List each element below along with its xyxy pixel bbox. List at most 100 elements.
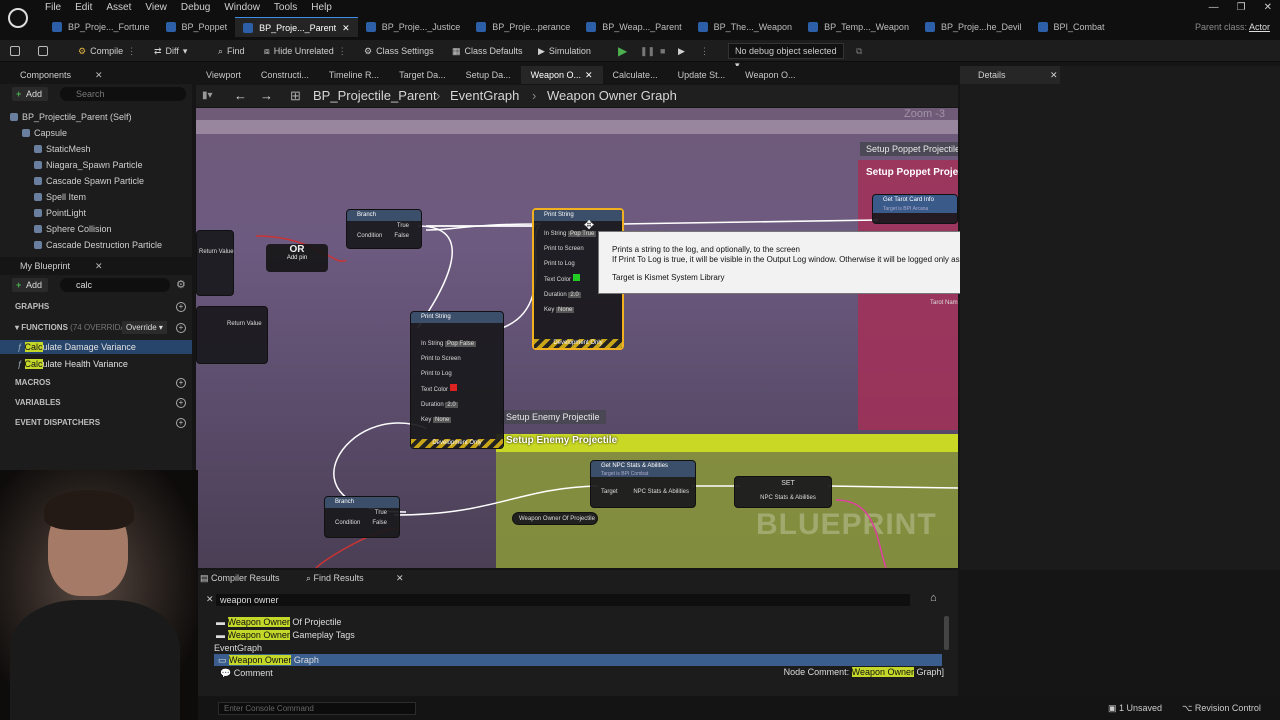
add-function-icon[interactable]: +: [176, 323, 186, 333]
component-item[interactable]: Capsule: [22, 127, 67, 139]
compile-button[interactable]: ⚙ Compile ⋮: [78, 40, 136, 62]
close-window-button[interactable]: ✕: [1264, 2, 1272, 13]
component-item[interactable]: Niagara_Spawn Particle: [34, 159, 143, 171]
function-item[interactable]: ƒ Calculate Damage Variance: [0, 340, 192, 354]
component-item[interactable]: PointLight: [34, 207, 86, 219]
menu-asset[interactable]: Asset: [99, 0, 138, 15]
close-tab-icon[interactable]: ✕: [342, 18, 350, 38]
get-tarot-card-info-node[interactable]: Get Tarot Card Info Target is BPI Arcana: [872, 194, 958, 224]
back-arrow-icon[interactable]: ←: [234, 85, 247, 107]
asset-tab[interactable]: BP_Poppet: [158, 17, 236, 37]
section-graphs[interactable]: GRAPHS +: [0, 299, 192, 315]
result-row[interactable]: ▬ Weapon Owner Of Projectile: [216, 616, 341, 628]
scrollbar[interactable]: [944, 616, 949, 650]
asset-tab[interactable]: BP_Proje...he_Devil: [917, 17, 1030, 37]
add-graph-icon[interactable]: +: [176, 302, 186, 312]
close-panel-icon[interactable]: ✕: [95, 257, 103, 275]
console-input[interactable]: Enter Console Command: [218, 702, 416, 715]
save-icon[interactable]: [10, 40, 20, 62]
component-item[interactable]: Spell Item: [34, 191, 86, 203]
print-string-node[interactable]: Print String In String Pop False Print t…: [410, 311, 504, 449]
return-node[interactable]: Return Value: [196, 306, 268, 364]
add-member-button[interactable]: Add: [12, 278, 49, 292]
asset-tab[interactable]: BP_Temp..._Weapon: [800, 17, 917, 37]
add-pin-button[interactable]: Add pin: [266, 255, 328, 261]
menu-edit[interactable]: Edit: [68, 0, 99, 15]
result-row[interactable]: ▬ Weapon Owner Gameplay Tags: [216, 629, 355, 641]
asset-tab[interactable]: BP_The..._Weapon: [690, 17, 800, 37]
close-tab-icon[interactable]: ✕: [396, 570, 404, 587]
clear-search-icon[interactable]: ✕: [206, 594, 214, 605]
asset-tab[interactable]: BP_Proje..._Fortune: [44, 17, 158, 37]
browse-icon[interactable]: [38, 40, 48, 62]
weapon-owner-variable-node[interactable]: Weapon Owner Of Projectile: [512, 512, 598, 525]
component-item[interactable]: Sphere Collision: [34, 223, 112, 235]
class-settings-button[interactable]: ⚙ Class Settings: [364, 40, 434, 62]
function-item[interactable]: ƒ Calculate Health Variance: [17, 357, 128, 371]
simulation-button[interactable]: ▶ Simulation: [538, 40, 591, 62]
find-in-all-blueprints-icon[interactable]: ⌂: [930, 592, 937, 604]
tab-find-results[interactable]: ⌕ Find Results: [306, 570, 364, 587]
minimize-button[interactable]: —: [1209, 2, 1219, 13]
add-variable-icon[interactable]: +: [176, 398, 186, 408]
text-color-swatch[interactable]: [572, 274, 580, 281]
menu-debug[interactable]: Debug: [174, 0, 217, 15]
find-button[interactable]: ⌕ Find: [218, 40, 245, 62]
component-item[interactable]: Cascade Spawn Particle: [34, 175, 144, 187]
component-item[interactable]: Cascade Destruction Particle: [34, 239, 162, 251]
menu-file[interactable]: File: [38, 0, 68, 15]
close-panel-icon[interactable]: ✕: [95, 66, 103, 84]
result-row[interactable]: 💬 Comment: [220, 667, 273, 679]
hide-unrelated-button[interactable]: ⧈ Hide Unrelated ⋮: [264, 40, 347, 62]
restore-button[interactable]: ❐: [1237, 2, 1246, 13]
close-tab-icon[interactable]: ✕: [585, 66, 593, 84]
graph-menu-icon[interactable]: ▮▾: [202, 85, 213, 107]
parent-class-link[interactable]: Actor: [1249, 22, 1270, 32]
class-defaults-button[interactable]: ▦ Class Defaults: [452, 40, 523, 62]
override-dropdown[interactable]: Override ▾: [122, 321, 167, 334]
revision-control-button[interactable]: ⌥ Revision Control: [1182, 703, 1261, 714]
graph-canvas[interactable]: Zoom -3 Setup Poppet Projectile Setup Po…: [196, 108, 958, 568]
tab-timeline[interactable]: Timeline R...: [319, 66, 389, 84]
add-macro-icon[interactable]: +: [176, 378, 186, 388]
unreal-logo-icon[interactable]: [8, 8, 28, 28]
add-dispatcher-icon[interactable]: +: [176, 418, 186, 428]
section-functions[interactable]: ▾ FUNCTIONS (74 OVERRIDABLE) Override ▾ …: [0, 320, 192, 336]
debug-filter-icon[interactable]: ⧉: [856, 40, 862, 62]
asset-tab[interactable]: BP_Proje..._Justice: [358, 17, 469, 37]
stop-icon[interactable]: ■: [660, 40, 665, 62]
tab-compiler-results[interactable]: ▤ Compiler Results: [200, 570, 280, 587]
breadcrumb-blueprint[interactable]: BP_Projectile_Parent: [313, 85, 437, 107]
tab-target-data[interactable]: Target Da...: [389, 66, 456, 84]
close-panel-icon[interactable]: ✕: [1050, 66, 1058, 84]
unsaved-indicator[interactable]: ▣ 1 Unsaved: [1108, 703, 1162, 714]
tab-setup-data[interactable]: Setup Da...: [456, 66, 521, 84]
section-macros[interactable]: MACROS +: [0, 375, 192, 391]
branch-node[interactable]: Branch True Condition False: [324, 496, 400, 538]
tab-update-stats[interactable]: Update St...: [668, 66, 736, 84]
text-color-swatch[interactable]: [449, 384, 457, 391]
more-icon[interactable]: ⋮: [700, 40, 709, 62]
find-results-search-input[interactable]: weapon owner: [216, 594, 910, 606]
add-component-button[interactable]: Add: [12, 87, 49, 101]
menu-view[interactable]: View: [138, 0, 174, 15]
node-comment-result[interactable]: Node Comment: Weapon Owner Graph]: [784, 667, 944, 677]
result-row-selected[interactable]: ▭ Weapon Owner Graph: [214, 654, 942, 666]
diff-button[interactable]: ⇄ Diff ▾: [154, 40, 187, 62]
section-event-dispatchers[interactable]: EVENT DISPATCHERS +: [0, 415, 192, 431]
settings-gear-icon[interactable]: ⚙: [176, 278, 186, 291]
section-variables[interactable]: VARIABLES +: [0, 395, 192, 411]
tab-construction[interactable]: Constructi...: [251, 66, 319, 84]
breadcrumb-weapon-owner-graph[interactable]: Weapon Owner Graph: [547, 85, 677, 107]
or-node[interactable]: OR Add pin: [266, 244, 328, 272]
get-npc-stats-node[interactable]: Get NPC Stats & Abilities Target is BPI C…: [590, 460, 696, 508]
tab-weapon-owner-active[interactable]: Weapon O... ✕: [520, 66, 603, 84]
tab-weapon-owner[interactable]: Weapon O...: [735, 66, 805, 84]
breadcrumb-eventgraph[interactable]: EventGraph: [450, 85, 519, 107]
asset-tab[interactable]: BPI_Combat: [1030, 17, 1113, 37]
menu-help[interactable]: Help: [304, 0, 339, 15]
debug-object-select[interactable]: No debug object selected ▾: [728, 43, 844, 70]
branch-node[interactable]: Branch True Condition False: [346, 209, 422, 249]
tab-viewport[interactable]: Viewport: [196, 66, 251, 84]
forward-arrow-icon[interactable]: →: [260, 85, 273, 107]
